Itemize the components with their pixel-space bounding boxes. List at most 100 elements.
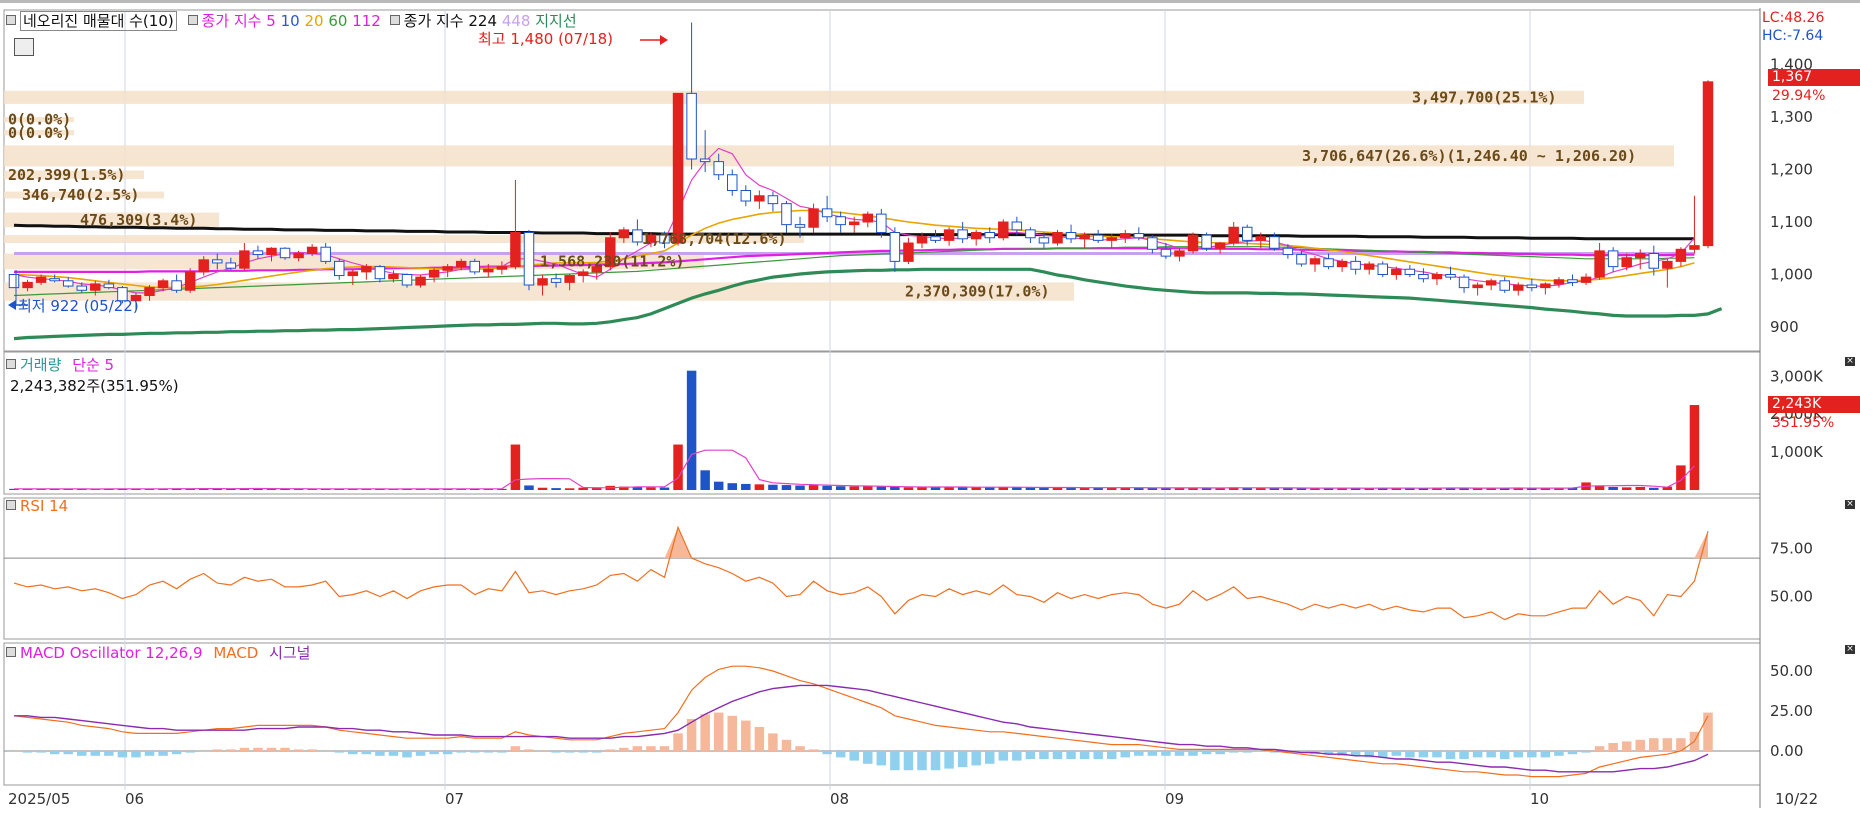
volume-bar bbox=[727, 483, 737, 490]
macd-osc-bar bbox=[944, 751, 954, 769]
candle-body bbox=[1255, 236, 1267, 241]
candle-body bbox=[496, 266, 508, 270]
candle-body bbox=[1567, 279, 1578, 283]
candle-body bbox=[848, 221, 860, 226]
macd-osc-bar bbox=[1405, 751, 1415, 758]
candle-body bbox=[320, 246, 331, 262]
macd-tick-label: 50.00 bbox=[1770, 662, 1813, 680]
macd-osc-bar bbox=[1215, 751, 1225, 755]
candle-body bbox=[1648, 253, 1660, 269]
macd-osc-bar bbox=[1147, 751, 1158, 756]
candle-body bbox=[930, 236, 941, 241]
ma-legend-title[interactable]: 종가 지수 bbox=[202, 12, 262, 30]
macd-osc-bar bbox=[1554, 751, 1564, 756]
volume-bar bbox=[537, 487, 548, 490]
lc-label: LC:48.26 bbox=[1762, 10, 1825, 26]
macd-tick-label: 0.00 bbox=[1770, 742, 1803, 760]
candle-body bbox=[740, 190, 752, 202]
candle-body bbox=[821, 208, 833, 218]
candle-body bbox=[1038, 237, 1050, 244]
macd-osc-bar bbox=[903, 751, 914, 771]
ma20-legend: 20 bbox=[304, 12, 324, 30]
macd-osc-bar bbox=[1527, 751, 1537, 758]
macd-osc-bar bbox=[1093, 751, 1103, 759]
candle-body bbox=[916, 236, 928, 244]
macd-osc-bar bbox=[226, 749, 236, 751]
candle-body bbox=[1702, 81, 1714, 247]
candle-body bbox=[1363, 263, 1375, 270]
volume-bar bbox=[1621, 487, 1632, 490]
grid-toggle-icon[interactable] bbox=[14, 38, 34, 56]
macd-osc-bar bbox=[971, 751, 981, 766]
candle-body bbox=[1282, 247, 1294, 256]
volume-bar bbox=[876, 486, 887, 490]
volume-bar bbox=[646, 487, 656, 490]
macd-osc-bar bbox=[63, 751, 73, 755]
macd-osc-bar bbox=[429, 751, 439, 755]
macd-osc-bar bbox=[524, 749, 534, 751]
macd-osc-bar bbox=[293, 749, 304, 751]
volume-profile-label: 202,399(1.5%) bbox=[8, 166, 125, 184]
macd-osc-bar bbox=[131, 751, 141, 758]
rsi-legend[interactable]: RSI 14 bbox=[6, 497, 68, 515]
macd-osc-bar bbox=[1228, 751, 1239, 753]
macd-osc-bar bbox=[483, 751, 494, 753]
macd-osc-bar bbox=[700, 714, 710, 751]
volume-legend[interactable]: 거래량 단순 5 bbox=[6, 354, 114, 375]
macd-osc-bar bbox=[1594, 746, 1605, 751]
macd-osc-bar bbox=[171, 751, 182, 755]
volume-last-value: 2,243,382주(351.95%) bbox=[10, 377, 179, 395]
volume-close-icon[interactable]: × bbox=[1845, 357, 1855, 366]
candle-body bbox=[415, 276, 426, 286]
macd-osc-bar bbox=[239, 747, 250, 751]
volume-tick-label: 1,000K bbox=[1770, 443, 1824, 461]
macd-osc-bar bbox=[537, 751, 548, 752]
candle-body bbox=[1526, 284, 1538, 289]
macd-osc-bar bbox=[1066, 751, 1076, 759]
macd-osc-bar bbox=[1432, 751, 1442, 758]
candle-body bbox=[49, 278, 60, 282]
macd-osc-bar bbox=[835, 751, 846, 758]
candle-body bbox=[103, 283, 115, 289]
macd-osc-bar bbox=[117, 751, 128, 758]
volume-tick-label: 3,000K bbox=[1770, 367, 1824, 385]
macd-osc-bar bbox=[510, 746, 521, 751]
candle-body bbox=[442, 266, 453, 271]
stock-chart[interactable]: 9001,0001,1001,2001,3001,4001,000K2,000K… bbox=[0, 0, 1860, 815]
ma2-legend-title[interactable]: 종가 지수 bbox=[404, 12, 464, 30]
candle-body bbox=[1025, 229, 1036, 239]
macd-osc-bar bbox=[1174, 751, 1185, 756]
candle-body bbox=[306, 246, 318, 254]
volume-bar bbox=[686, 370, 697, 490]
candle-body bbox=[1594, 250, 1605, 278]
macd-osc-bar bbox=[212, 749, 223, 751]
candle-body bbox=[1634, 253, 1646, 259]
ma10-legend: 10 bbox=[280, 12, 300, 30]
volume-profile-legend[interactable]: 네오리진 매물대 수(10) bbox=[20, 11, 177, 31]
macd-osc-bar bbox=[1486, 751, 1496, 758]
volume-profile-label: 346,740(2.5%) bbox=[22, 186, 139, 204]
high-marker: 최고 1,480 (07/18) bbox=[478, 30, 614, 48]
macd-osc-bar bbox=[1012, 751, 1022, 761]
macd-osc-bar bbox=[1608, 743, 1618, 751]
volume-profile-label: 1,568,230(11.2%) bbox=[540, 252, 685, 270]
volume-bar bbox=[741, 483, 751, 490]
rsi-close-icon[interactable]: × bbox=[1845, 500, 1855, 509]
macd-osc-bar bbox=[564, 751, 575, 753]
macd-close-icon[interactable]: × bbox=[1845, 645, 1855, 654]
candle-body bbox=[564, 275, 575, 283]
macd-osc-bar bbox=[470, 751, 480, 753]
macd-osc-bar bbox=[9, 751, 19, 752]
volume-bar bbox=[754, 484, 765, 490]
macd-osc-bar bbox=[741, 720, 751, 751]
candle-body bbox=[1133, 233, 1145, 239]
volume-profile-label: 3,706,647(26.6%)(1,246.40 ~ 1,206.20) bbox=[1302, 147, 1636, 165]
macd-osc-bar bbox=[754, 727, 765, 751]
candle-body bbox=[794, 224, 806, 228]
macd-osc-bar bbox=[1039, 751, 1049, 759]
macd-osc-bar bbox=[727, 715, 737, 751]
ma112-legend: 112 bbox=[352, 12, 381, 30]
macd-osc-bar bbox=[307, 749, 317, 751]
volume-ma-title: 단순 5 bbox=[72, 356, 115, 374]
macd-legend[interactable]: MACD Oscillator 12,26,9 MACD 시그널 bbox=[6, 642, 310, 663]
